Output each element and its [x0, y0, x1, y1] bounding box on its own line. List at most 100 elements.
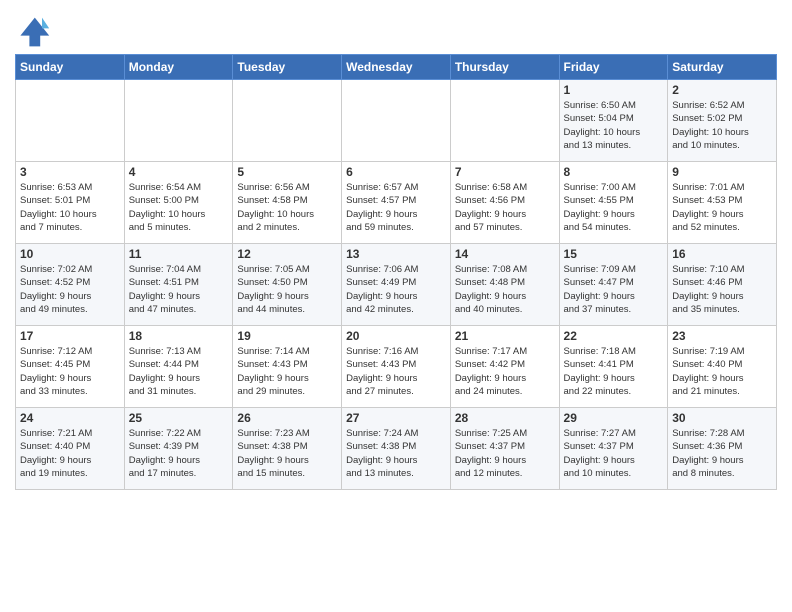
- calendar-cell: [16, 80, 125, 162]
- day-info: Sunrise: 7:21 AM Sunset: 4:40 PM Dayligh…: [20, 427, 120, 480]
- calendar-cell: 28Sunrise: 7:25 AM Sunset: 4:37 PM Dayli…: [450, 408, 559, 490]
- day-number: 15: [564, 247, 664, 261]
- calendar-week-2: 3Sunrise: 6:53 AM Sunset: 5:01 PM Daylig…: [16, 162, 777, 244]
- day-number: 8: [564, 165, 664, 179]
- calendar-week-5: 24 Sunrise: 7:21 AM Sunset: 4:40 PM Dayli…: [16, 408, 777, 490]
- calendar-cell: 17 Sunrise: 7:12 AM Sunset: 4:45 PM Dayli…: [16, 326, 125, 408]
- calendar-cell: [450, 80, 559, 162]
- calendar-cell: 26 Sunrise: 7:23 AM Sunset: 4:38 PM Dayli…: [233, 408, 342, 490]
- day-info: Sunrise: 7:22 AM Sunset: 4:39 PM Dayligh…: [129, 427, 229, 480]
- calendar-week-3: 10 Sunrise: 7:02 AM Sunset: 4:52 PM Dayli…: [16, 244, 777, 326]
- day-info: Sunrise: 7:27 AM Sunset: 4:37 PM Dayligh…: [564, 427, 664, 480]
- day-info: Sunrise: 6:52 AM Sunset: 5:02 PM Dayligh…: [672, 99, 772, 152]
- day-info: Sunrise: 7:17 AM Sunset: 4:42 PM Dayligh…: [455, 345, 555, 398]
- day-number: 14: [455, 247, 555, 261]
- calendar-cell: 7Sunrise: 6:58 AM Sunset: 4:56 PM Daylig…: [450, 162, 559, 244]
- weekday-header-wednesday: Wednesday: [342, 55, 451, 80]
- day-info: Sunrise: 7:16 AM Sunset: 4:43 PM Dayligh…: [346, 345, 446, 398]
- weekday-header-saturday: Saturday: [668, 55, 777, 80]
- day-number: 23: [672, 329, 772, 343]
- day-info: Sunrise: 6:54 AM Sunset: 5:00 PM Dayligh…: [129, 181, 229, 234]
- calendar-week-4: 17 Sunrise: 7:12 AM Sunset: 4:45 PM Dayli…: [16, 326, 777, 408]
- weekday-header-tuesday: Tuesday: [233, 55, 342, 80]
- day-number: 24: [20, 411, 120, 425]
- weekday-header-friday: Friday: [559, 55, 668, 80]
- calendar-cell: 29Sunrise: 7:27 AM Sunset: 4:37 PM Dayli…: [559, 408, 668, 490]
- weekday-header-sunday: Sunday: [16, 55, 125, 80]
- calendar-cell: 25 Sunrise: 7:22 AM Sunset: 4:39 PM Dayli…: [124, 408, 233, 490]
- day-info: Sunrise: 7:00 AM Sunset: 4:55 PM Dayligh…: [564, 181, 664, 234]
- calendar-body: 1 Sunrise: 6:50 AM Sunset: 5:04 PM Daylig…: [16, 80, 777, 490]
- weekday-header-monday: Monday: [124, 55, 233, 80]
- day-number: 9: [672, 165, 772, 179]
- day-info: Sunrise: 7:12 AM Sunset: 4:45 PM Dayligh…: [20, 345, 120, 398]
- calendar-cell: 16Sunrise: 7:10 AM Sunset: 4:46 PM Dayli…: [668, 244, 777, 326]
- day-info: Sunrise: 7:08 AM Sunset: 4:48 PM Dayligh…: [455, 263, 555, 316]
- day-info: Sunrise: 7:13 AM Sunset: 4:44 PM Dayligh…: [129, 345, 229, 398]
- day-info: Sunrise: 7:04 AM Sunset: 4:51 PM Dayligh…: [129, 263, 229, 316]
- day-number: 25: [129, 411, 229, 425]
- calendar-cell: 18 Sunrise: 7:13 AM Sunset: 4:44 PM Dayli…: [124, 326, 233, 408]
- day-number: 12: [237, 247, 337, 261]
- day-number: 30: [672, 411, 772, 425]
- day-number: 17: [20, 329, 120, 343]
- calendar-cell: [124, 80, 233, 162]
- calendar-cell: 8 Sunrise: 7:00 AM Sunset: 4:55 PM Daylig…: [559, 162, 668, 244]
- day-number: 27: [346, 411, 446, 425]
- calendar-cell: 10 Sunrise: 7:02 AM Sunset: 4:52 PM Dayli…: [16, 244, 125, 326]
- day-info: Sunrise: 7:18 AM Sunset: 4:41 PM Dayligh…: [564, 345, 664, 398]
- day-number: 13: [346, 247, 446, 261]
- calendar-cell: 15 Sunrise: 7:09 AM Sunset: 4:47 PM Dayli…: [559, 244, 668, 326]
- day-number: 2: [672, 83, 772, 97]
- calendar-cell: 2 Sunrise: 6:52 AM Sunset: 5:02 PM Daylig…: [668, 80, 777, 162]
- day-info: Sunrise: 6:56 AM Sunset: 4:58 PM Dayligh…: [237, 181, 337, 234]
- calendar-cell: 30 Sunrise: 7:28 AM Sunset: 4:36 PM Dayli…: [668, 408, 777, 490]
- day-number: 10: [20, 247, 120, 261]
- header-row: [15, 10, 777, 50]
- logo: [15, 14, 55, 50]
- day-info: Sunrise: 7:28 AM Sunset: 4:36 PM Dayligh…: [672, 427, 772, 480]
- calendar-cell: 19Sunrise: 7:14 AM Sunset: 4:43 PM Dayli…: [233, 326, 342, 408]
- day-number: 28: [455, 411, 555, 425]
- calendar-cell: 27 Sunrise: 7:24 AM Sunset: 4:38 PM Dayli…: [342, 408, 451, 490]
- day-number: 18: [129, 329, 229, 343]
- calendar-cell: 11Sunrise: 7:04 AM Sunset: 4:51 PM Dayli…: [124, 244, 233, 326]
- calendar-cell: 1 Sunrise: 6:50 AM Sunset: 5:04 PM Daylig…: [559, 80, 668, 162]
- day-info: Sunrise: 7:05 AM Sunset: 4:50 PM Dayligh…: [237, 263, 337, 316]
- logo-icon: [15, 14, 51, 50]
- day-number: 7: [455, 165, 555, 179]
- calendar-cell: 24 Sunrise: 7:21 AM Sunset: 4:40 PM Dayli…: [16, 408, 125, 490]
- day-info: Sunrise: 7:09 AM Sunset: 4:47 PM Dayligh…: [564, 263, 664, 316]
- calendar-week-1: 1 Sunrise: 6:50 AM Sunset: 5:04 PM Daylig…: [16, 80, 777, 162]
- calendar-cell: 21 Sunrise: 7:17 AM Sunset: 4:42 PM Dayli…: [450, 326, 559, 408]
- calendar-cell: 5Sunrise: 6:56 AM Sunset: 4:58 PM Daylig…: [233, 162, 342, 244]
- day-number: 22: [564, 329, 664, 343]
- calendar-cell: 22 Sunrise: 7:18 AM Sunset: 4:41 PM Dayli…: [559, 326, 668, 408]
- day-info: Sunrise: 7:01 AM Sunset: 4:53 PM Dayligh…: [672, 181, 772, 234]
- calendar-header: SundayMondayTuesdayWednesdayThursdayFrid…: [16, 55, 777, 80]
- day-number: 1: [564, 83, 664, 97]
- calendar-cell: 14 Sunrise: 7:08 AM Sunset: 4:48 PM Dayli…: [450, 244, 559, 326]
- day-number: 6: [346, 165, 446, 179]
- day-number: 16: [672, 247, 772, 261]
- day-number: 3: [20, 165, 120, 179]
- weekday-header-row: SundayMondayTuesdayWednesdayThursdayFrid…: [16, 55, 777, 80]
- day-info: Sunrise: 7:02 AM Sunset: 4:52 PM Dayligh…: [20, 263, 120, 316]
- day-number: 26: [237, 411, 337, 425]
- weekday-header-thursday: Thursday: [450, 55, 559, 80]
- day-info: Sunrise: 7:14 AM Sunset: 4:43 PM Dayligh…: [237, 345, 337, 398]
- calendar-cell: [233, 80, 342, 162]
- day-info: Sunrise: 7:24 AM Sunset: 4:38 PM Dayligh…: [346, 427, 446, 480]
- day-number: 21: [455, 329, 555, 343]
- calendar-cell: 4 Sunrise: 6:54 AM Sunset: 5:00 PM Daylig…: [124, 162, 233, 244]
- calendar-cell: 13Sunrise: 7:06 AM Sunset: 4:49 PM Dayli…: [342, 244, 451, 326]
- day-number: 4: [129, 165, 229, 179]
- calendar-cell: 20Sunrise: 7:16 AM Sunset: 4:43 PM Dayli…: [342, 326, 451, 408]
- day-info: Sunrise: 7:23 AM Sunset: 4:38 PM Dayligh…: [237, 427, 337, 480]
- day-info: Sunrise: 6:57 AM Sunset: 4:57 PM Dayligh…: [346, 181, 446, 234]
- day-info: Sunrise: 7:19 AM Sunset: 4:40 PM Dayligh…: [672, 345, 772, 398]
- calendar-table: SundayMondayTuesdayWednesdayThursdayFrid…: [15, 54, 777, 490]
- calendar-cell: 12 Sunrise: 7:05 AM Sunset: 4:50 PM Dayli…: [233, 244, 342, 326]
- calendar-cell: 3Sunrise: 6:53 AM Sunset: 5:01 PM Daylig…: [16, 162, 125, 244]
- day-info: Sunrise: 6:50 AM Sunset: 5:04 PM Dayligh…: [564, 99, 664, 152]
